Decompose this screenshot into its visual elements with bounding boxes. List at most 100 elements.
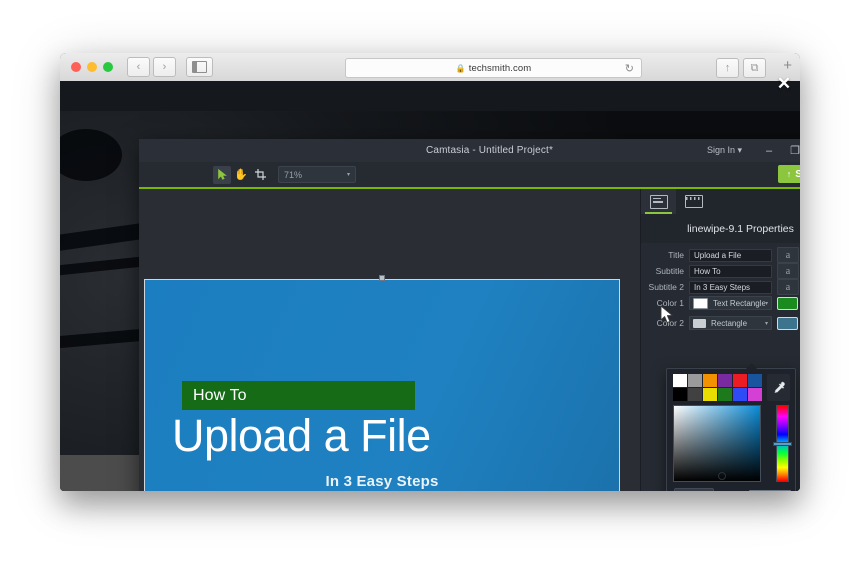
title-input[interactable]: Upload a File <box>689 248 772 262</box>
camtasia-window-title: Camtasia - Untitled Project* <box>425 145 554 156</box>
canvas-subline[interactable]: In 3 Easy Steps <box>145 473 619 490</box>
subtitle-2-input[interactable]: In 3 Easy Steps <box>689 280 772 294</box>
crop-tool-button[interactable] <box>251 166 269 184</box>
color-swatch-r2-c5[interactable] <box>733 388 747 401</box>
hand-icon: ✋ <box>234 169 248 181</box>
site-navbar <box>60 81 800 111</box>
label-title: Title <box>668 250 684 260</box>
film-strip-icon <box>684 195 703 208</box>
sidebar-toggle-button[interactable] <box>186 57 213 77</box>
tab-media[interactable] <box>676 189 711 214</box>
subtitle-2-font-button[interactable]: a <box>777 279 799 295</box>
canvas-stage: How To Upload a File In 3 Easy Steps <box>139 189 641 491</box>
title-badge[interactable]: How To <box>182 381 415 410</box>
tabs-icon: ⧉ <box>750 61 759 74</box>
camtasia-titlebar: Camtasia - Untitled Project* Sign In ▾ –… <box>139 139 800 162</box>
subtitle-font-caret-icon[interactable]: ▾ <box>799 268 800 275</box>
tab-properties[interactable] <box>641 189 676 214</box>
canvas-headline[interactable]: Upload a File <box>172 413 592 458</box>
label-subtitle-2: Subtitle 2 <box>648 282 684 292</box>
properties-panel: linewipe-9.1 Properties Title Upload a F… <box>640 189 800 491</box>
sign-in-menu[interactable]: Sign In ▾ <box>707 145 742 156</box>
color-1-swatch-button[interactable] <box>777 296 798 310</box>
zoom-level-select[interactable]: 71% ▾ <box>278 166 356 183</box>
chevron-down-icon: ▾ <box>346 172 350 178</box>
saturation-value-area[interactable] <box>673 405 761 482</box>
camtasia-window: Camtasia - Untitled Project* Sign In ▾ –… <box>139 139 800 491</box>
minimize-button[interactable]: – <box>756 139 782 162</box>
subtitle-font-button[interactable]: a <box>777 263 799 279</box>
hand-tool-button[interactable]: ✋ <box>232 166 250 184</box>
select-tool-button[interactable] <box>213 165 231 184</box>
show-tabs-button[interactable]: ⧉ <box>743 58 766 78</box>
color-swatch-r2-c6[interactable] <box>748 388 762 401</box>
eyedropper-button[interactable] <box>767 374 790 401</box>
sv-cursor-handle[interactable] <box>718 472 726 480</box>
color-swatch-r1-c2[interactable] <box>688 374 702 387</box>
property-row-title: Title Upload a File a ▾ <box>641 247 800 263</box>
browser-nav-buttons: ‹ › <box>127 57 176 77</box>
subtitle-2-font-caret-icon[interactable]: ▾ <box>799 284 800 291</box>
color-1-shape-label: Text Rectangle <box>713 298 765 308</box>
property-row-subtitle: Subtitle How To a ▾ <box>641 263 800 279</box>
color-swatch-r2-c1[interactable] <box>673 388 687 401</box>
tool-group: ✋ <box>213 165 269 184</box>
browser-chrome: ‹ › 🔒 techsmith.com ↻ ↑ ⧉ + <box>60 53 800 82</box>
eyedropper-icon <box>773 381 785 393</box>
property-row-subtitle-2: Subtitle 2 In 3 Easy Steps a ▾ <box>641 279 800 295</box>
properties-body: Title Upload a File a ▾ Subtitle How To … <box>641 243 800 491</box>
color-swatch-r2-c2[interactable] <box>688 388 702 401</box>
address-bar-url: techsmith.com <box>468 62 532 74</box>
color-2-caret-icon[interactable]: ▾ <box>798 320 800 327</box>
title-font-button[interactable]: a <box>777 247 799 263</box>
selection-handle-top[interactable] <box>379 275 385 281</box>
share-button[interactable]: ↑ <box>716 58 739 78</box>
sidebar-icon <box>192 61 207 73</box>
canvas-frame: How To Upload a File In 3 Easy Steps <box>144 275 620 491</box>
close-window-button[interactable] <box>71 62 81 72</box>
rectangle-icon <box>693 318 706 328</box>
color-1-caret-icon[interactable]: ▾ <box>798 300 800 307</box>
restore-button[interactable]: ❐ <box>782 139 800 162</box>
share-icon: ↑ <box>724 61 731 74</box>
hex-input[interactable]: #3C748D <box>749 490 791 491</box>
label-subtitle: Subtitle <box>655 266 684 276</box>
color-swatch-r1-c1[interactable] <box>673 374 687 387</box>
title-font-caret-icon[interactable]: ▾ <box>799 252 800 259</box>
address-bar[interactable]: 🔒 techsmith.com ↻ <box>345 58 642 78</box>
forward-button[interactable]: › <box>153 57 176 77</box>
color-swatch-r2-c4[interactable] <box>718 388 732 401</box>
color-swatch-r1-c3[interactable] <box>703 374 717 387</box>
maximize-window-button[interactable] <box>103 62 113 72</box>
video-canvas[interactable]: How To Upload a File In 3 Easy Steps <box>144 279 620 491</box>
camtasia-titlebar-controls: Sign In ▾ – ❐ ✕ <box>707 139 800 162</box>
color-2-swatch-button[interactable] <box>777 316 798 330</box>
back-button[interactable]: ‹ <box>127 57 150 77</box>
color-swatch-r1-c4[interactable] <box>718 374 732 387</box>
color-swatch-r2-c3[interactable] <box>703 388 717 401</box>
new-tab-button[interactable]: + <box>783 57 792 75</box>
color-1-shape-select[interactable]: Text Rectangle ▾ <box>689 296 772 310</box>
color-2-shape-label: Rectangle <box>711 318 748 328</box>
camtasia-share-button[interactable]: ↑ Share <box>777 165 800 183</box>
label-color-2: Color 2 <box>656 318 684 328</box>
minimize-window-button[interactable] <box>87 62 97 72</box>
cursor-arrow-icon <box>217 169 227 180</box>
subtitle-input[interactable]: How To <box>689 264 772 278</box>
upload-icon: ↑ <box>786 169 792 179</box>
lock-icon: 🔒 <box>455 63 466 73</box>
back-arrow-icon: ‹ <box>136 60 141 73</box>
properties-header: linewipe-9.1 Properties <box>641 214 800 243</box>
hue-slider-handle[interactable] <box>773 442 792 446</box>
color-swatch-r1-c6[interactable] <box>748 374 762 387</box>
color-picker-popover: Mode Hex: #3C748D <box>666 363 796 491</box>
overlay-close-button[interactable]: ✕ <box>776 74 792 93</box>
property-row-color-1: Color 1 Text Rectangle ▾ ▾ <box>641 295 800 311</box>
browser-window: ‹ › 🔒 techsmith.com ↻ ↑ ⧉ + Join over 14… <box>60 53 800 491</box>
badge-text: How To <box>193 387 247 404</box>
reload-icon[interactable]: ↻ <box>625 62 634 75</box>
color-swatch-r1-c5[interactable] <box>733 374 747 387</box>
color-2-shape-select[interactable]: Rectangle ▾ <box>689 316 772 330</box>
mode-button[interactable]: Mode <box>674 488 714 491</box>
forward-arrow-icon: › <box>162 60 167 73</box>
